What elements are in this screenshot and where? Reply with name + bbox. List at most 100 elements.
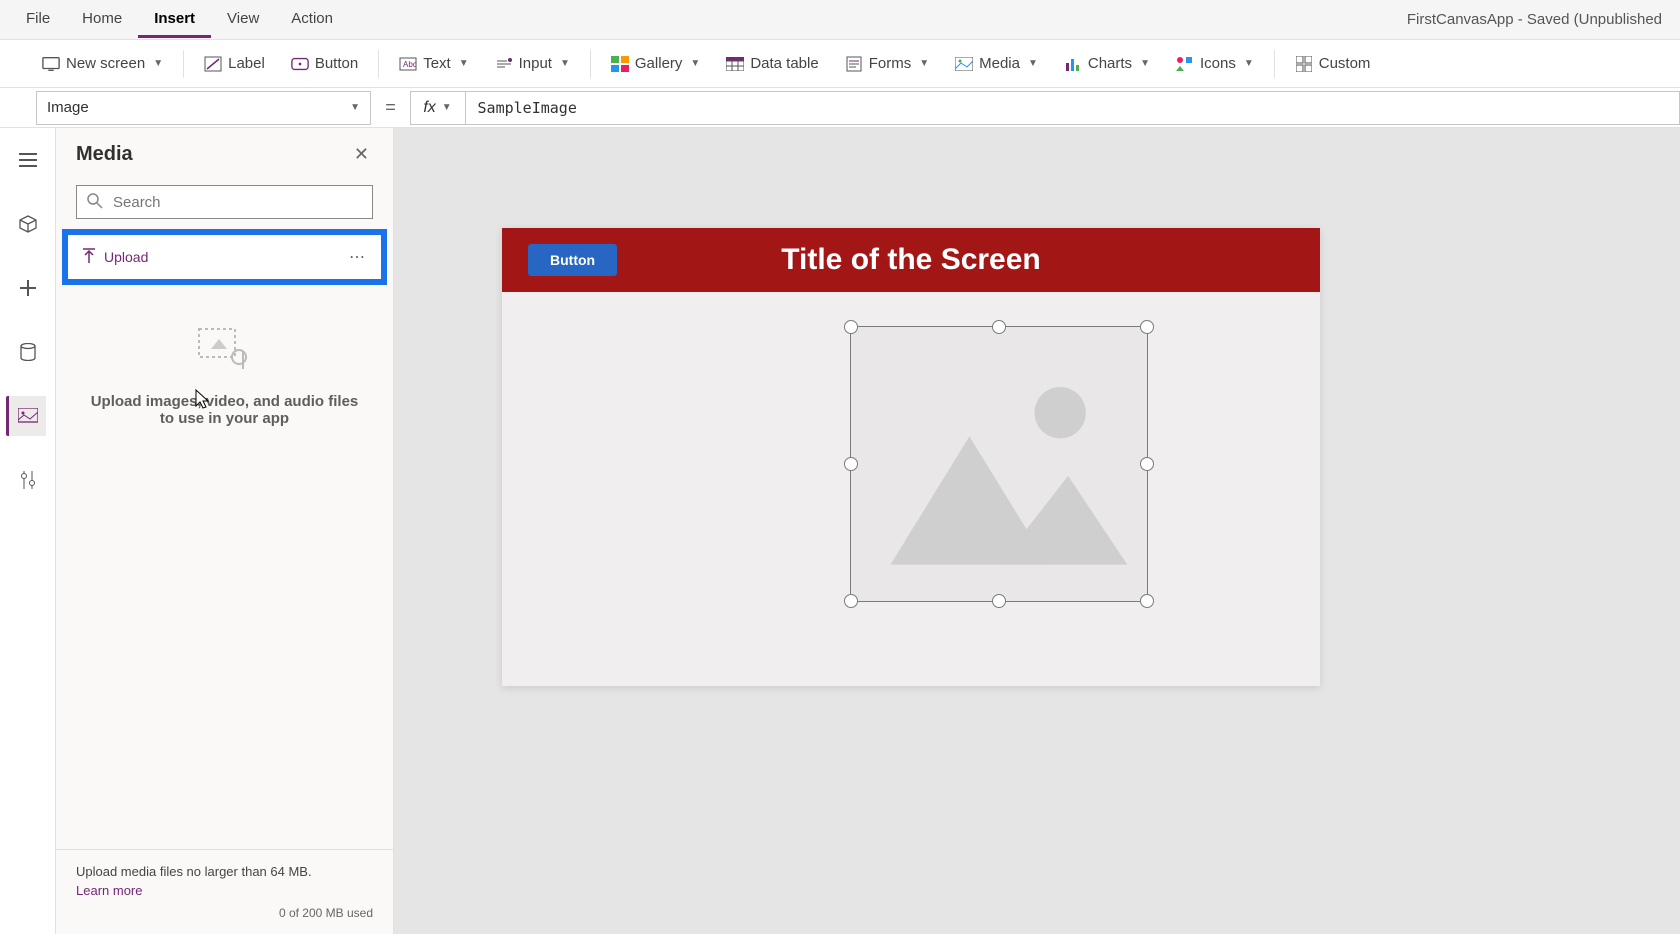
gallery-button[interactable]: Gallery ▼ xyxy=(599,49,712,79)
formula-bar: Image ▼ = fx ▼ SampleImage xyxy=(0,88,1680,128)
menu-insert[interactable]: Insert xyxy=(138,2,211,38)
rail-insert[interactable] xyxy=(8,268,48,308)
learn-more-link[interactable]: Learn more xyxy=(76,883,373,898)
screen-header: Button Title of the Screen xyxy=(502,228,1320,292)
chevron-down-icon: ▼ xyxy=(1244,58,1254,69)
rail-data[interactable] xyxy=(8,332,48,372)
image-placeholder-icon xyxy=(851,327,1147,601)
input-button[interactable]: Input ▼ xyxy=(483,49,582,79)
svg-text:Abc: Abc xyxy=(403,60,417,69)
forms-label: Forms xyxy=(869,55,912,72)
ribbon-toolbar: New screen ▼ Label Button Abc Text ▼ Inp… xyxy=(0,40,1680,88)
input-label: Input xyxy=(519,55,552,72)
media-panel: Media ✕ Upload ⋯ xyxy=(56,128,394,934)
text-button[interactable]: Abc Text ▼ xyxy=(387,49,480,79)
datatable-label: Data table xyxy=(750,55,818,72)
media-panel-title: Media xyxy=(76,143,133,166)
equals-sign: = xyxy=(371,97,410,118)
menu-file[interactable]: File xyxy=(10,2,66,38)
resize-handle-ml[interactable] xyxy=(844,457,858,471)
charts-icon xyxy=(1064,55,1082,73)
forms-button[interactable]: Forms ▼ xyxy=(833,49,941,79)
media-search-input[interactable] xyxy=(111,193,362,212)
new-screen-button[interactable]: New screen ▼ xyxy=(30,49,175,79)
menubar: File Home Insert View Action FirstCanvas… xyxy=(0,0,1680,40)
upload-label: Upload xyxy=(104,249,148,265)
menu-items: File Home Insert View Action xyxy=(10,2,349,38)
rail-hamburger[interactable] xyxy=(8,140,48,180)
icons-label: Icons xyxy=(1200,55,1236,72)
close-icon[interactable]: ✕ xyxy=(350,140,373,169)
canvas-area[interactable]: Button Title of the Screen xyxy=(394,128,1680,934)
charts-button[interactable]: Charts ▼ xyxy=(1052,49,1162,79)
charts-label: Charts xyxy=(1088,55,1132,72)
upload-button[interactable]: Upload ⋯ xyxy=(62,229,387,285)
resize-handle-tm[interactable] xyxy=(992,320,1006,334)
chevron-down-icon: ▼ xyxy=(459,58,469,69)
more-icon[interactable]: ⋯ xyxy=(349,247,367,267)
formula-input[interactable]: SampleImage xyxy=(466,91,1680,125)
separator xyxy=(183,50,184,78)
chevron-down-icon: ▼ xyxy=(350,102,360,113)
property-dropdown[interactable]: Image ▼ xyxy=(36,91,371,125)
empty-media-state: Upload images, video, and audio files to… xyxy=(56,287,393,467)
chevron-down-icon: ▼ xyxy=(1028,58,1038,69)
menu-home[interactable]: Home xyxy=(66,2,138,38)
footer-note: Upload media files no larger than 64 MB. xyxy=(76,864,373,879)
icons-button[interactable]: Icons ▼ xyxy=(1164,49,1266,79)
label-button[interactable]: Label xyxy=(192,49,277,79)
screen-title-label[interactable]: Title of the Screen xyxy=(781,243,1041,277)
chevron-down-icon: ▼ xyxy=(690,58,700,69)
resize-handle-bm[interactable] xyxy=(992,594,1006,608)
rail-media[interactable] xyxy=(6,396,46,436)
text-label: Text xyxy=(423,55,451,72)
screen-icon xyxy=(42,55,60,73)
resize-handle-tr[interactable] xyxy=(1140,320,1154,334)
rail-tools[interactable] xyxy=(8,460,48,500)
forms-icon xyxy=(845,55,863,73)
new-screen-label: New screen xyxy=(66,55,145,72)
fx-button[interactable]: fx ▼ xyxy=(410,91,466,125)
resize-handle-tl[interactable] xyxy=(844,320,858,334)
chevron-down-icon: ▼ xyxy=(1140,58,1150,69)
upload-arrow-icon xyxy=(82,248,96,267)
property-value: Image xyxy=(47,99,89,116)
media-button[interactable]: Media ▼ xyxy=(943,49,1050,79)
input-icon xyxy=(495,55,513,73)
menu-view[interactable]: View xyxy=(211,2,275,38)
separator xyxy=(1274,50,1275,78)
menu-action[interactable]: Action xyxy=(275,2,349,38)
media-icon xyxy=(955,55,973,73)
resize-handle-mr[interactable] xyxy=(1140,457,1154,471)
search-icon xyxy=(87,193,103,212)
chevron-down-icon: ▼ xyxy=(919,58,929,69)
custom-label: Custom xyxy=(1319,55,1371,72)
text-icon: Abc xyxy=(399,55,417,73)
media-panel-header: Media ✕ xyxy=(56,128,393,177)
datatable-button[interactable]: Data table xyxy=(714,49,830,79)
separator xyxy=(590,50,591,78)
button-icon xyxy=(291,55,309,73)
gallery-label: Gallery xyxy=(635,55,683,72)
separator xyxy=(378,50,379,78)
custom-icon xyxy=(1295,55,1313,73)
custom-button[interactable]: Custom xyxy=(1283,49,1383,79)
app-screen[interactable]: Button Title of the Screen xyxy=(502,228,1320,686)
left-rail xyxy=(0,128,56,934)
chevron-down-icon: ▼ xyxy=(153,58,163,69)
label-icon xyxy=(204,55,222,73)
media-label: Media xyxy=(979,55,1020,72)
icons-icon xyxy=(1176,55,1194,73)
fx-label: fx xyxy=(423,99,435,117)
media-placeholder-icon xyxy=(197,327,253,375)
canvas-button-control[interactable]: Button xyxy=(528,244,617,276)
media-panel-footer: Upload media files no larger than 64 MB.… xyxy=(56,849,393,934)
image-control-selected[interactable] xyxy=(850,326,1148,602)
rail-tree-view[interactable] xyxy=(8,204,48,244)
media-search[interactable] xyxy=(76,185,373,219)
button-label: Button xyxy=(315,55,358,72)
resize-handle-br[interactable] xyxy=(1140,594,1154,608)
button-button[interactable]: Button xyxy=(279,49,370,79)
resize-handle-bl[interactable] xyxy=(844,594,858,608)
chevron-down-icon: ▼ xyxy=(560,58,570,69)
